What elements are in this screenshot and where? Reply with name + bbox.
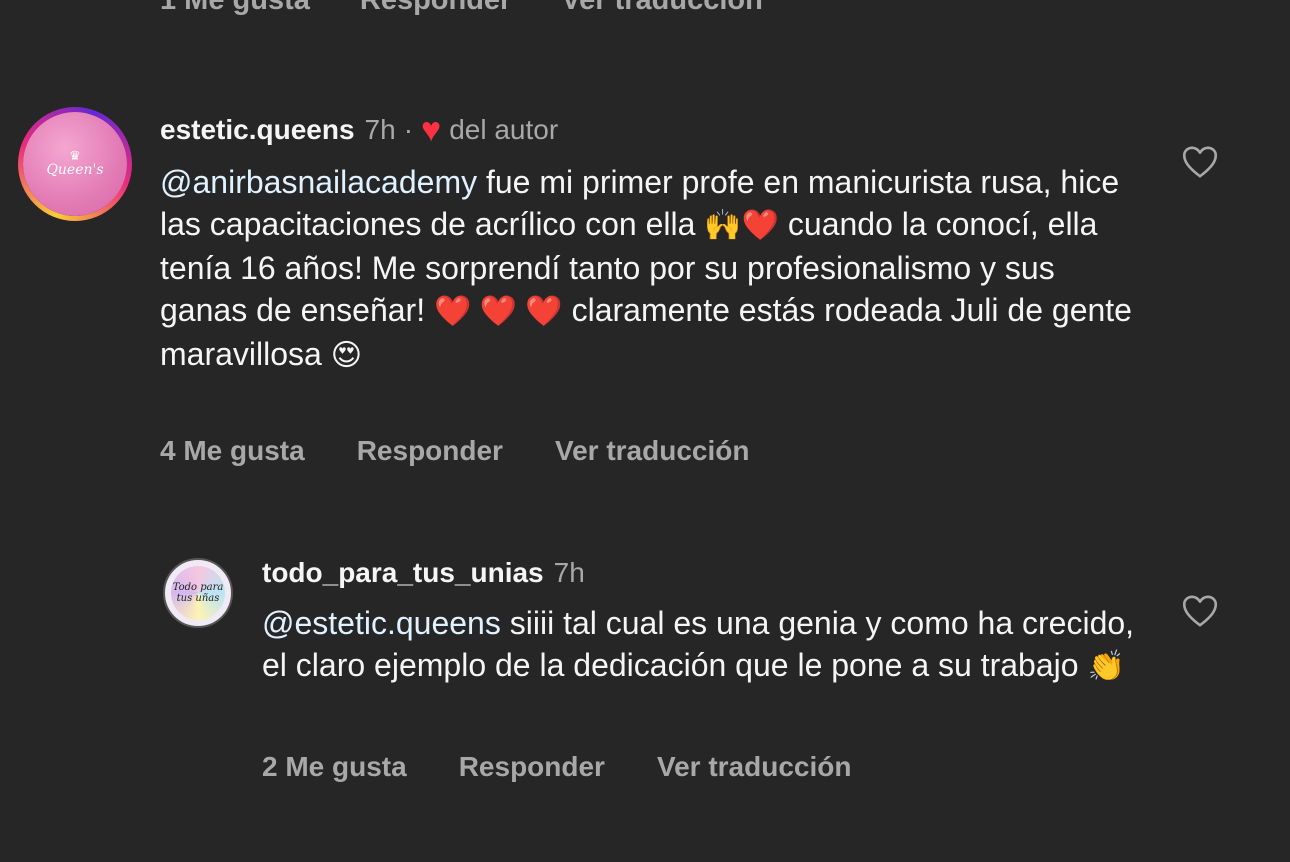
comment-text: @anirbasnailacademy fue mi primer profe …	[160, 161, 1135, 377]
reply-button[interactable]: Responder	[357, 435, 503, 467]
translate-button[interactable]: Ver traducción	[657, 751, 852, 783]
timestamp: 7h	[364, 114, 396, 145]
comment-actions: 2 Me gusta Responder Ver traducción	[262, 751, 851, 783]
emoji: 👏	[1087, 650, 1125, 683]
author-like-label: del autor	[449, 114, 559, 145]
comment-text: @estetic.queens siiii tal cual es una ge…	[262, 602, 1142, 688]
mention-link[interactable]: @estetic.queens	[262, 605, 501, 641]
username[interactable]: todo_para_tus_unias	[262, 557, 544, 589]
comment-actions: 4 Me gusta Responder Ver traducción	[160, 435, 749, 467]
emoji: 🙌❤️	[704, 209, 780, 242]
heart-outline-icon[interactable]	[1182, 594, 1218, 628]
heart-filled-icon: ♥	[421, 111, 442, 149]
username[interactable]: estetic.queens	[160, 114, 355, 146]
comment-header: todo_para_tus_unias 7h	[262, 557, 585, 589]
previous-comment-actions: 1 Me gusta Responder Ver traducción	[160, 0, 763, 17]
avatar[interactable]: Todo para tus uñas	[163, 558, 233, 628]
emoji: 😍	[330, 339, 362, 372]
heart-outline-icon[interactable]	[1182, 145, 1218, 179]
avatar-image: Todo para tus uñas	[171, 566, 225, 620]
like-count[interactable]: 4 Me gusta	[160, 435, 305, 467]
avatar-image: ♛ Queen's	[23, 112, 127, 216]
separator: ·	[403, 114, 414, 145]
emoji: ❤️ ❤️ ❤️	[433, 295, 563, 328]
translate-button[interactable]: Ver traducción	[561, 0, 762, 17]
avatar[interactable]: ♛ Queen's	[18, 107, 132, 221]
reply-button[interactable]: Responder	[360, 0, 511, 17]
mention-link[interactable]: @anirbasnailacademy	[160, 164, 477, 200]
crown-icon: ♛	[69, 148, 81, 163]
translate-button[interactable]: Ver traducción	[555, 435, 750, 467]
timestamp: 7h	[553, 557, 585, 588]
avatar-brand-text: Todo para tus uñas	[172, 582, 224, 604]
like-count[interactable]: 1 Me gusta	[160, 0, 310, 17]
avatar-brand-text: Queen's	[46, 162, 104, 178]
comment-header: estetic.queens 7h · ♥ del autor	[160, 111, 559, 149]
reply-button[interactable]: Responder	[459, 751, 605, 783]
like-count[interactable]: 2 Me gusta	[262, 751, 407, 783]
